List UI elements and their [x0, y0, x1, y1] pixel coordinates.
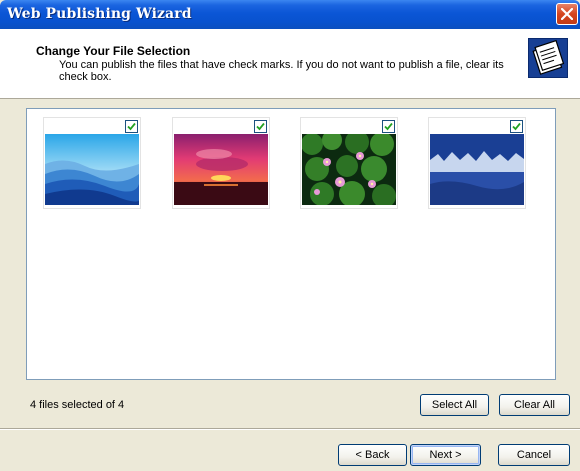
- checkmark-icon: [384, 122, 393, 131]
- file-checkbox[interactable]: [254, 120, 267, 133]
- winter-thumbnail: [430, 134, 524, 205]
- web-publishing-wizard-icon: [528, 38, 568, 78]
- water-lilies-thumbnail: [302, 134, 396, 205]
- wizard-header: Change Your File Selection You can publi…: [0, 29, 580, 99]
- file-checkbox[interactable]: [510, 120, 523, 133]
- title-bar[interactable]: Web Publishing Wizard: [0, 0, 580, 29]
- file-checkbox[interactable]: [125, 120, 138, 133]
- blue-hills-thumbnail: [45, 134, 139, 205]
- file-item-sunset[interactable]: [172, 117, 270, 209]
- sunset-thumbnail: [174, 134, 268, 205]
- file-item-blue-hills[interactable]: [43, 117, 141, 209]
- back-button[interactable]: < Back: [338, 444, 407, 466]
- wizard-window: Web Publishing Wizard Change Your File S…: [0, 0, 580, 471]
- cancel-button[interactable]: Cancel: [498, 444, 570, 466]
- checkmark-icon: [127, 122, 136, 131]
- page-description: You can publish the files that have chec…: [59, 59, 504, 83]
- page-title: Change Your File Selection: [36, 44, 191, 58]
- window-title: Web Publishing Wizard: [7, 6, 192, 22]
- selection-status: 4 files selected of 4: [30, 399, 125, 411]
- next-button[interactable]: Next >: [410, 444, 481, 466]
- close-icon: [561, 8, 573, 20]
- file-item-winter[interactable]: [428, 117, 526, 209]
- checkmark-icon: [512, 122, 521, 131]
- file-list[interactable]: [26, 108, 556, 380]
- file-item-water-lilies[interactable]: [300, 117, 398, 209]
- file-checkbox[interactable]: [382, 120, 395, 133]
- checkmark-icon: [256, 122, 265, 131]
- select-all-button[interactable]: Select All: [420, 394, 489, 416]
- close-button[interactable]: [556, 3, 578, 25]
- clear-all-button[interactable]: Clear All: [499, 394, 570, 416]
- button-divider: [0, 428, 580, 430]
